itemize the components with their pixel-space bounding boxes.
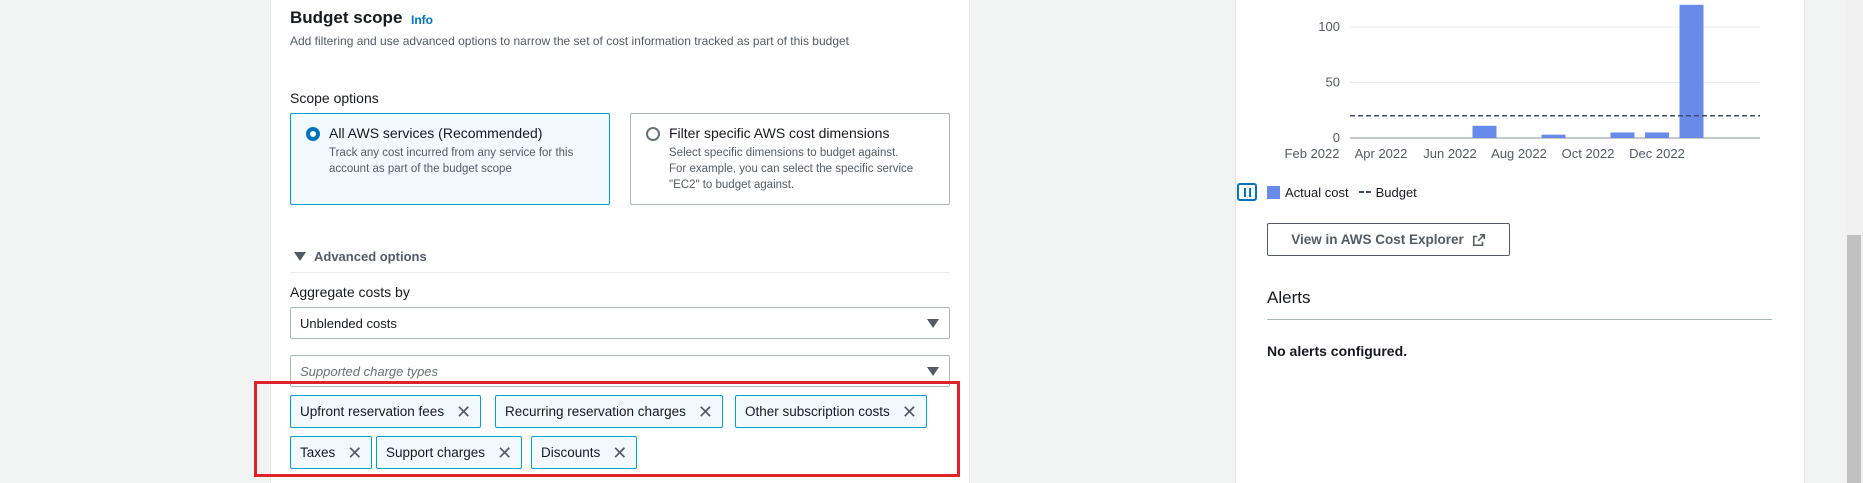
- close-icon[interactable]: ✕: [497, 444, 512, 462]
- scrollbar-thumb[interactable]: [1847, 235, 1861, 483]
- token-discounts: Discounts ✕: [531, 436, 638, 469]
- x-tick-label: Oct 2022: [1562, 146, 1615, 161]
- token-label: Upfront reservation fees: [300, 404, 445, 419]
- pause-icon[interactable]: [1237, 183, 1257, 201]
- close-icon[interactable]: ✕: [347, 444, 362, 462]
- token-recurring-reservation-charges: Recurring reservation charges ✕: [495, 395, 723, 428]
- token-other-subscription-costs: Other subscription costs ✕: [735, 395, 927, 428]
- dashed-line-icon: [1358, 191, 1371, 193]
- cost-chart: 100 50 0 Feb 2022 Apr 2022 Jun 2022 Aug 2022 O…: [1285, 4, 1760, 161]
- divider: [1267, 319, 1772, 320]
- section-description: Add filtering and use advanced options t…: [290, 34, 849, 48]
- token-upfront-reservation-fees: Upfront reservation fees ✕: [290, 395, 482, 428]
- view-cost-explorer-button[interactable]: View in AWS Cost Explorer: [1267, 223, 1510, 256]
- token-label: Taxes: [300, 445, 336, 460]
- aggregate-costs-value: Unblended costs: [300, 316, 397, 331]
- x-tick-label: Feb 2022: [1285, 146, 1340, 161]
- alerts-empty-state: No alerts configured.: [1267, 343, 1408, 359]
- external-link-icon: [1472, 233, 1485, 246]
- x-axis-labels: Feb 2022 Apr 2022 Jun 2022 Aug 2022 Oct 2022…: [1285, 146, 1685, 161]
- section-title: Budget scope: [290, 8, 403, 27]
- aggregate-costs-select[interactable]: Unblended costs: [290, 307, 950, 339]
- x-tick-label: Dec 2022: [1629, 146, 1685, 161]
- x-tick-label: Apr 2022: [1355, 146, 1408, 161]
- bar[interactable]: [1679, 4, 1704, 138]
- token-label: Support charges: [386, 445, 486, 460]
- y-axis-labels: 100 50 0: [1318, 19, 1340, 145]
- x-tick-label: Jun 2022: [1423, 146, 1477, 161]
- scope-options-label: Scope options: [290, 90, 379, 106]
- alerts-title: Alerts: [1267, 288, 1311, 307]
- legend-budget[interactable]: Budget: [1358, 184, 1417, 200]
- token-label: Recurring reservation charges: [505, 404, 686, 419]
- bar[interactable]: [1645, 132, 1669, 138]
- advanced-options-label: Advanced options: [314, 249, 427, 264]
- token-taxes: Taxes ✕: [290, 436, 373, 469]
- scope-option-description: Select specific dimensions to budget aga…: [669, 147, 914, 191]
- scope-option-filter-dimensions[interactable]: Filter specific AWS cost dimensions Sele…: [630, 113, 950, 205]
- legend-actual-label: Actual cost: [1285, 184, 1349, 200]
- aggregate-costs-label: Aggregate costs by: [290, 284, 410, 300]
- caret-down-icon: [927, 319, 939, 328]
- close-icon[interactable]: ✕: [612, 444, 627, 462]
- x-tick-label: Aug 2022: [1491, 146, 1547, 161]
- caret-down-icon: [927, 367, 939, 376]
- bar[interactable]: [1610, 132, 1635, 138]
- view-cost-explorer-label: View in AWS Cost Explorer: [1291, 232, 1464, 247]
- legend-budget-label: Budget: [1375, 184, 1417, 200]
- scope-option-description: Track any cost incurred from any service…: [329, 147, 574, 175]
- close-icon[interactable]: ✕: [456, 403, 471, 421]
- bars: [1472, 4, 1704, 138]
- info-link[interactable]: Info: [411, 13, 433, 27]
- close-icon[interactable]: ✕: [902, 403, 917, 421]
- scope-option-title: Filter specific AWS cost dimensions: [669, 125, 890, 141]
- legend-actual-cost[interactable]: Actual cost: [1267, 185, 1349, 200]
- close-icon[interactable]: ✕: [698, 403, 713, 421]
- bar[interactable]: [1541, 134, 1566, 138]
- y-tick-label: 0: [1333, 130, 1340, 145]
- caret-down-icon: [294, 252, 306, 261]
- chart-legend: Actual cost Budget: [1237, 183, 1417, 201]
- y-tick-label: 100: [1318, 19, 1340, 34]
- scope-option-all-services[interactable]: All AWS services (Recommended) Track any…: [290, 113, 610, 205]
- token-support-charges: Support charges ✕: [376, 436, 523, 469]
- legend-swatch: [1267, 185, 1280, 199]
- token-label: Discounts: [541, 445, 601, 460]
- radio-unchecked-icon[interactable]: [646, 127, 660, 141]
- scope-option-title: All AWS services (Recommended): [329, 125, 543, 141]
- bar[interactable]: [1472, 125, 1497, 138]
- charge-types-placeholder: Supported charge types: [300, 364, 439, 379]
- radio-checked-icon[interactable]: [306, 127, 320, 141]
- token-label: Other subscription costs: [745, 404, 890, 419]
- y-tick-label: 50: [1326, 75, 1340, 90]
- divider: [290, 272, 950, 273]
- advanced-options-toggle[interactable]: Advanced options: [294, 249, 427, 264]
